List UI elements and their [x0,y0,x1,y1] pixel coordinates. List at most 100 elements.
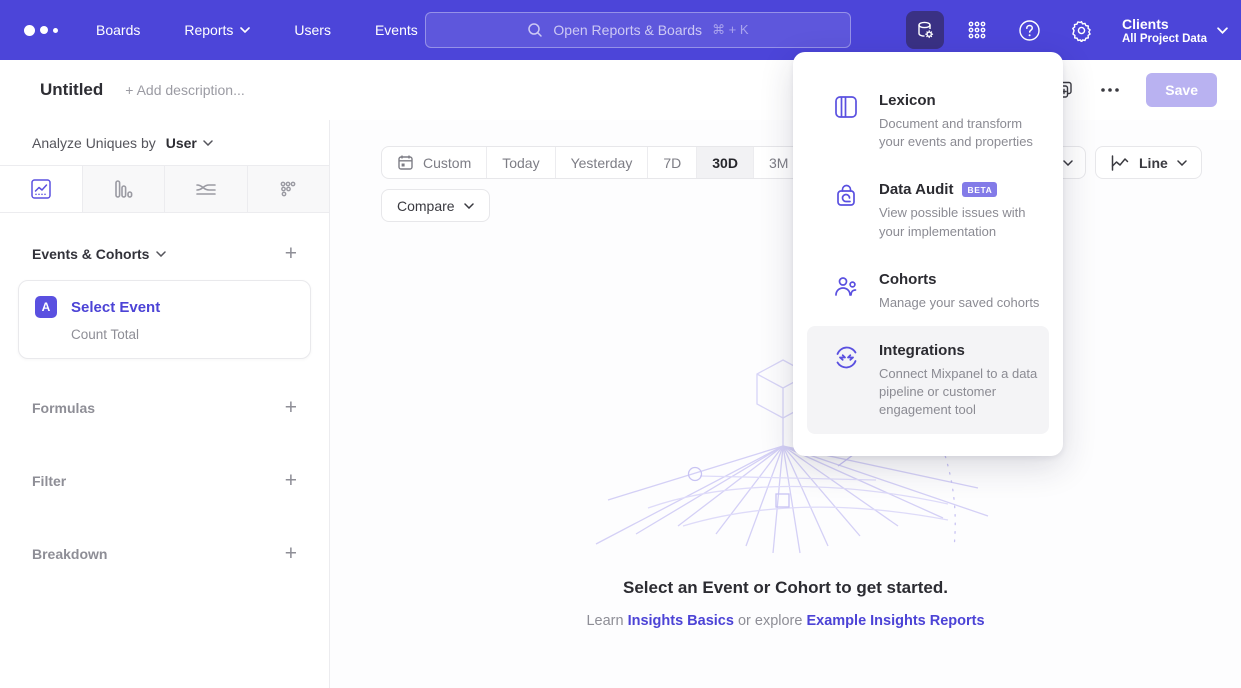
report-title[interactable]: Untitled [40,80,103,100]
menu-item-title: Lexicon [879,92,936,109]
empty-state-title: Select an Event or Cohort to get started… [330,578,1241,598]
breakdown-label: Breakdown [32,546,107,562]
integrations-sync-icon [833,342,863,420]
date-range-7d[interactable]: 7D [647,147,696,178]
chevron-down-icon [1063,160,1073,166]
save-button[interactable]: Save [1146,73,1217,107]
menu-item-desc: Manage your saved cohorts [879,294,1039,312]
events-cohorts-label: Events & Cohorts [32,246,149,262]
global-search-input[interactable]: Open Reports & Boards ⌘ + K [425,12,851,48]
nav-right-cluster: Clients All Project Data [906,0,1227,60]
help-button[interactable] [1010,11,1048,49]
tab-bar-chart[interactable] [82,166,165,212]
search-placeholder: Open Reports & Boards [553,22,702,38]
event-row-card[interactable]: A Select Event Count Total [18,280,311,359]
database-gear-icon [914,19,936,41]
gear-icon [1070,19,1093,42]
date-range-label: 7D [663,155,681,171]
more-options-icon[interactable] [1100,87,1120,93]
data-management-button[interactable] [906,11,944,49]
filter-section: Filter + [0,470,329,491]
menu-item-data-audit[interactable]: Data Audit BETA View possible issues wit… [807,165,1049,254]
report-description-field[interactable]: + Add description... [125,82,244,98]
compare-dropdown[interactable]: Compare [381,189,490,222]
events-cohorts-header[interactable]: Events & Cohorts [32,246,166,262]
chart-style-dropdown[interactable]: Line [1095,146,1202,179]
filter-label: Filter [32,473,66,489]
chevron-down-icon [464,203,474,209]
breakdown-section: Breakdown + [0,543,329,564]
analyze-uniques-row: Analyze Uniques by User [0,120,329,166]
example-reports-link[interactable]: Example Insights Reports [806,613,984,629]
apps-grid-button[interactable] [958,11,996,49]
events-cohorts-section: Events & Cohorts + [0,243,329,264]
menu-item-desc: View possible issues with your implement… [879,204,1041,240]
search-icon [527,22,543,38]
nav-item-events[interactable]: Events [375,22,418,38]
add-filter-button[interactable]: + [285,470,297,491]
menu-item-lexicon[interactable]: Lexicon Document and transform your even… [807,76,1049,165]
data-management-menu: Lexicon Document and transform your even… [793,52,1063,456]
nav-item-label: Events [375,22,418,38]
pyramid-dots-icon [277,178,299,200]
nav-item-boards[interactable]: Boards [96,22,140,38]
chart-area: Custom Today Yesterday 7D 30D 3M 6M Line… [330,120,1241,688]
menu-item-integrations[interactable]: Integrations Connect Mixpanel to a data … [807,326,1049,434]
nav-item-reports[interactable]: Reports [184,22,250,38]
select-event-button[interactable]: Select Event [71,299,160,316]
date-range-today[interactable]: Today [486,147,554,178]
formulas-label: Formulas [32,400,95,416]
date-range-label: Yesterday [571,155,633,171]
nav-item-users[interactable]: Users [294,22,331,38]
flow-chart-icon [194,178,218,200]
beta-badge: BETA [962,182,997,197]
formulas-section: Formulas + [0,397,329,418]
empty-state-text: or explore [738,613,802,629]
chevron-down-icon [240,27,250,33]
empty-state: Select an Event or Cohort to get started… [330,578,1241,629]
menu-item-title: Cohorts [879,271,937,288]
date-range-30d[interactable]: 30D [696,147,753,178]
project-selector[interactable]: Clients All Project Data [1122,15,1227,45]
event-letter-badge: A [35,296,57,318]
add-event-button[interactable]: + [285,243,297,264]
add-breakdown-button[interactable]: + [285,543,297,564]
analyze-label: Analyze Uniques by [32,135,156,151]
line-chart-icon [30,178,52,200]
bar-chart-icon [112,178,134,200]
insights-basics-link[interactable]: Insights Basics [628,613,734,629]
analyze-value: User [166,135,197,151]
menu-item-cohorts[interactable]: Cohorts Manage your saved cohorts [807,255,1049,326]
search-shortcut: ⌘ + K [712,22,749,38]
chevron-down-icon [1177,160,1187,166]
settings-button[interactable] [1062,11,1100,49]
add-formula-button[interactable]: + [285,397,297,418]
line-style-icon [1110,154,1130,172]
org-name: Clients [1122,15,1207,33]
tab-line-chart[interactable] [0,166,82,212]
lexicon-book-icon [833,92,863,151]
analyze-by-dropdown[interactable]: User [166,135,213,151]
chart-type-tabs [0,166,329,213]
date-range-label: Today [502,155,539,171]
apps-grid-icon [966,19,988,41]
date-range-label: 30D [712,155,738,171]
mixpanel-logo-icon[interactable] [24,25,58,36]
date-range-label: Custom [423,155,471,171]
date-range-custom[interactable]: Custom [382,147,486,178]
tab-metrics[interactable] [247,166,330,212]
menu-item-title: Integrations [879,342,965,359]
menu-item-title: Data Audit [879,181,953,198]
empty-state-text: Learn [586,613,623,629]
data-audit-icon [833,181,863,240]
nav-item-label: Boards [96,22,140,38]
help-circle-icon [1018,19,1041,42]
menu-item-desc: Document and transform your events and p… [879,115,1041,151]
tab-flow-chart[interactable] [164,166,247,212]
date-range-yesterday[interactable]: Yesterday [555,147,648,178]
count-total-dropdown[interactable]: Count Total [71,327,294,342]
calendar-icon [397,154,414,171]
compare-label: Compare [397,198,455,214]
query-builder-sidebar: Analyze Uniques by User [0,120,330,688]
project-name: All Project Data [1122,33,1207,45]
